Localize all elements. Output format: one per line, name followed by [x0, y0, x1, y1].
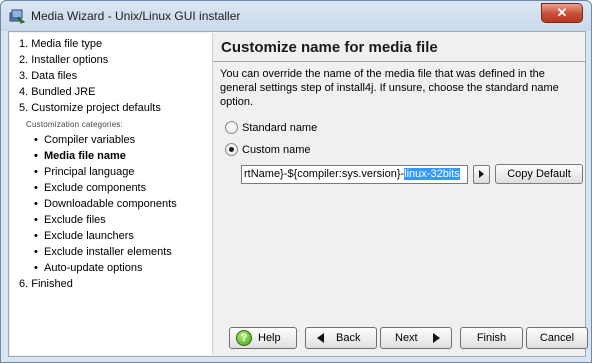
category-principal-language[interactable]: • Principal language — [34, 166, 135, 178]
cancel-button[interactable]: Cancel — [526, 327, 588, 349]
category-label: Exclude launchers — [44, 230, 134, 242]
next-button[interactable]: Next — [380, 327, 452, 349]
custom-name-radio[interactable] — [225, 143, 238, 156]
content-panel: Customize name for media file You can ov… — [212, 33, 588, 355]
standard-name-option[interactable]: Standard name — [225, 121, 317, 137]
next-arrow-icon — [433, 333, 440, 343]
heading-divider — [213, 61, 586, 62]
category-label: Auto-update options — [44, 262, 143, 274]
wizard-window: Media Wizard - Unix/Linux GUI installer … — [0, 0, 592, 363]
close-button[interactable]: ✕ — [541, 3, 583, 23]
category-label: Downloadable components — [44, 198, 177, 210]
category-label: Principal language — [44, 166, 135, 178]
standard-name-label: Standard name — [242, 121, 318, 134]
title-bar[interactable]: Media Wizard - Unix/Linux GUI installer … — [1, 1, 591, 31]
variable-menu-icon[interactable] — [473, 165, 490, 184]
category-label: Media file name — [44, 150, 126, 162]
custom-name-label: Custom name — [242, 143, 311, 156]
next-label: Next — [395, 332, 418, 344]
step-media-file-type: 1. Media file type — [19, 38, 103, 50]
name-field-text: rtName}-${compiler:sys.version}- — [244, 168, 405, 180]
category-exclude-launchers[interactable]: • Exclude launchers — [34, 230, 134, 242]
step-installer-options: 2. Installer options — [19, 54, 109, 66]
app-icon — [9, 9, 25, 24]
category-downloadable-components[interactable]: • Downloadable components — [34, 198, 177, 210]
step-data-files: 3. Data files — [19, 70, 78, 82]
customization-categories-header: Customization categories: — [26, 120, 124, 129]
standard-name-radio[interactable] — [225, 121, 238, 134]
help-button[interactable]: ? Help — [229, 327, 297, 349]
category-label: Exclude installer elements — [44, 246, 172, 258]
wizard-body: 1. Media file type 2. Installer options … — [8, 31, 588, 357]
category-label: Exclude files — [44, 214, 106, 226]
media-file-name-input[interactable]: rtName}-${compiler:sys.version}-linux-32… — [241, 165, 468, 184]
back-arrow-icon — [317, 333, 324, 343]
category-exclude-installer-elements[interactable]: • Exclude installer elements — [34, 246, 172, 258]
category-label: Compiler variables — [44, 134, 136, 146]
category-media-file-name[interactable]: • Media file name — [34, 150, 126, 162]
help-icon: ? — [236, 330, 252, 346]
step-customize-project-defaults: 5. Customize project defaults — [19, 102, 161, 114]
category-exclude-components[interactable]: • Exclude components — [34, 182, 146, 194]
page-title: Customize name for media file — [221, 39, 438, 56]
step-bundled-jre: 4. Bundled JRE — [19, 86, 96, 98]
page-description: You can override the name of the media f… — [220, 68, 559, 108]
category-label: Exclude components — [44, 182, 147, 194]
window-title: Media Wizard - Unix/Linux GUI installer — [31, 9, 241, 23]
category-auto-update-options[interactable]: • Auto-update options — [34, 262, 142, 274]
steps-panel: 1. Media file type 2. Installer options … — [10, 33, 212, 355]
category-compiler-variables[interactable]: • Compiler variables — [34, 134, 135, 146]
help-label: Help — [258, 332, 281, 344]
back-button[interactable]: Back — [305, 327, 377, 349]
close-icon: ✕ — [556, 5, 568, 20]
category-exclude-files[interactable]: • Exclude files — [34, 214, 106, 226]
back-label: Back — [336, 332, 361, 344]
finish-button[interactable]: Finish — [460, 327, 523, 349]
step-finished: 6. Finished — [19, 278, 73, 290]
name-field-selected-text: linux-32bits — [404, 168, 460, 180]
custom-name-option[interactable]: Custom name — [225, 143, 310, 159]
copy-default-button[interactable]: Copy Default — [495, 164, 583, 184]
